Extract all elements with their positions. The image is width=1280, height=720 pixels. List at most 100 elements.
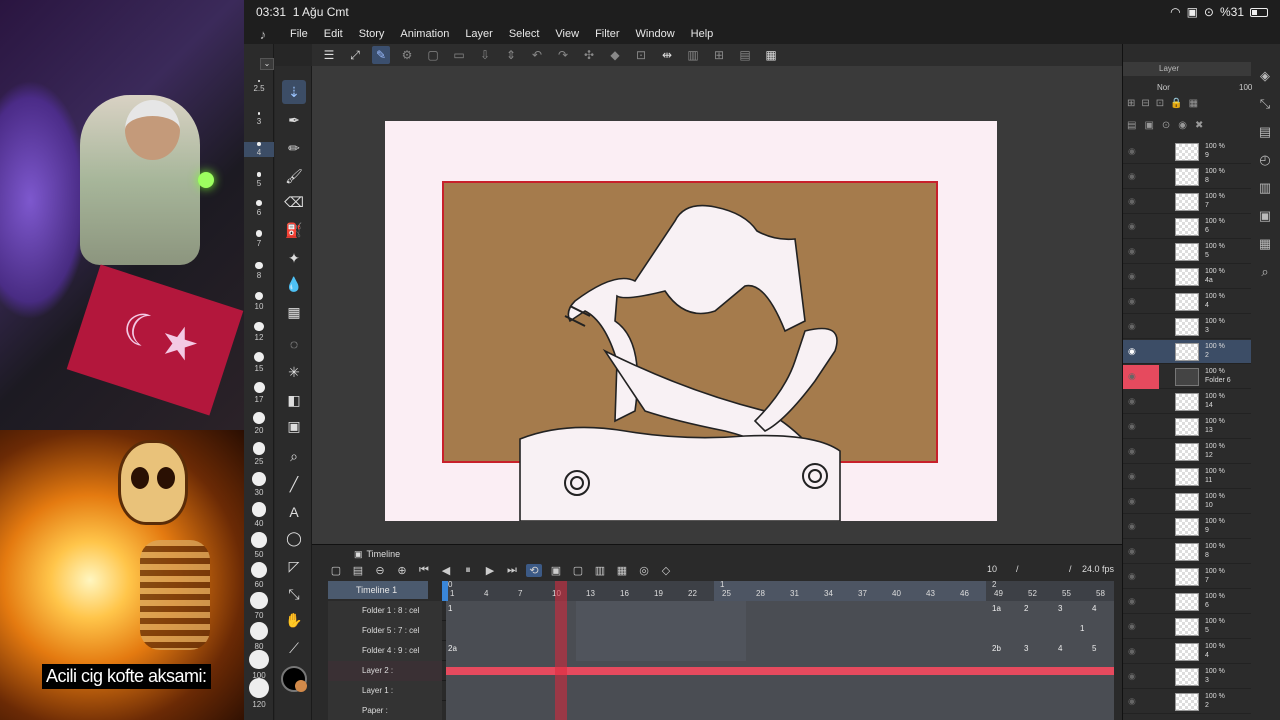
hidden-eye-icon[interactable]: ◉ bbox=[1128, 246, 1136, 257]
track-bar[interactable] bbox=[446, 661, 1114, 681]
blend-mode-select[interactable]: Nor bbox=[1157, 83, 1170, 92]
menu-help[interactable]: Help bbox=[683, 28, 722, 40]
pause-icon[interactable]: ⏸ bbox=[460, 564, 476, 577]
hidden-eye-icon[interactable]: ◉ bbox=[1128, 646, 1136, 657]
hidden-eye-icon[interactable]: ◉ bbox=[1128, 371, 1136, 382]
layer-row[interactable]: ◉ 100 % 8 bbox=[1123, 165, 1251, 189]
new-timeline-icon[interactable]: ▢ bbox=[328, 564, 344, 577]
onion-skin-icon[interactable]: ◎ bbox=[636, 564, 652, 577]
layer-row[interactable]: ◉ 100 % 4 bbox=[1123, 640, 1251, 664]
brush-size-12[interactable]: 12 bbox=[244, 322, 274, 342]
hidden-eye-icon[interactable]: ◉ bbox=[1128, 521, 1136, 532]
hidden-eye-icon[interactable]: ◉ bbox=[1128, 421, 1136, 432]
properties-icon[interactable]: ▥ bbox=[1250, 174, 1280, 202]
brush-size-20[interactable]: 20 bbox=[244, 412, 274, 435]
brush-size-2-5[interactable]: 2.5 bbox=[244, 80, 274, 93]
export-icon[interactable]: ⊞ bbox=[710, 46, 728, 64]
layer-folder[interactable]: ◉ 100 % Folder 6 bbox=[1123, 365, 1251, 389]
grid-icon[interactable]: ▦ bbox=[762, 46, 780, 64]
layer-row[interactable]: ◉ 100 % 14 bbox=[1123, 390, 1251, 414]
brush-tool-icon[interactable]: 🖌 bbox=[282, 164, 306, 188]
redo-icon[interactable]: ↷ bbox=[554, 46, 572, 64]
layer-row[interactable]: ◉ 100 % 3 bbox=[1123, 315, 1251, 339]
history-icon[interactable]: ◴ bbox=[1250, 146, 1280, 174]
layer-row[interactable]: ◉ 100 % 6 bbox=[1123, 215, 1251, 239]
hidden-eye-icon[interactable]: ◉ bbox=[1128, 296, 1136, 307]
layer-row[interactable]: ◉ 100 % 2 bbox=[1123, 340, 1251, 364]
window-icon[interactable]: ▤ bbox=[736, 46, 754, 64]
quick-access-icon[interactable]: ▣ bbox=[1250, 202, 1280, 230]
navigator-icon[interactable]: ⤡ bbox=[1250, 90, 1280, 118]
size-dropdown-icon[interactable]: ⌄ bbox=[260, 58, 274, 70]
menu-animation[interactable]: Animation bbox=[392, 28, 457, 40]
hidden-eye-icon[interactable]: ◉ bbox=[1128, 671, 1136, 682]
fit-canvas-icon[interactable]: ⤢ bbox=[346, 46, 364, 64]
hidden-eye-icon[interactable]: ◉ bbox=[1128, 596, 1136, 607]
operation-tool-icon[interactable]: ⤡ bbox=[282, 582, 306, 606]
eyedropper-tool-icon[interactable]: ⟋ bbox=[282, 636, 306, 660]
brush-size-6[interactable]: 6 bbox=[244, 200, 274, 217]
brush-size-50[interactable]: 50 bbox=[244, 532, 274, 559]
loop-icon[interactable]: ⟲ bbox=[526, 563, 542, 577]
brush-size-80[interactable]: 80 bbox=[244, 622, 274, 651]
layer-row[interactable]: ◉ 100 % 8 bbox=[1123, 540, 1251, 564]
hidden-eye-icon[interactable]: ◉ bbox=[1128, 446, 1136, 457]
hidden-eye-icon[interactable]: ◉ bbox=[1128, 696, 1136, 707]
menu-view[interactable]: View bbox=[547, 28, 587, 40]
next-frame-icon[interactable]: ▶ bbox=[482, 564, 498, 577]
delete-cel-icon[interactable]: ▦ bbox=[614, 564, 630, 577]
download-tool-icon[interactable]: ⇣ bbox=[282, 80, 306, 104]
brush-size-8[interactable]: 8 bbox=[244, 262, 274, 280]
new-cel-icon[interactable]: ▢ bbox=[570, 564, 586, 577]
menu-window[interactable]: Window bbox=[628, 28, 683, 40]
layer-row[interactable]: ◉ 100 % 9 bbox=[1123, 515, 1251, 539]
layers-icon[interactable]: ◈ bbox=[1250, 62, 1280, 90]
material-icon[interactable]: ▤ bbox=[1250, 118, 1280, 146]
specify-cels-icon[interactable]: ▥ bbox=[592, 564, 608, 577]
hidden-eye-icon[interactable]: ◉ bbox=[1128, 171, 1136, 182]
track-bar[interactable] bbox=[446, 681, 1114, 701]
zoom-out-icon[interactable]: ⊖ bbox=[372, 564, 388, 577]
keyframe-icon[interactable]: ◇ bbox=[658, 564, 674, 577]
menu-file[interactable]: File bbox=[282, 28, 316, 40]
hidden-eye-icon[interactable]: ◉ bbox=[1128, 621, 1136, 632]
menu-story[interactable]: Story bbox=[351, 28, 393, 40]
timeline-track[interactable]: ◉Paper : bbox=[328, 701, 1114, 720]
crop-icon[interactable]: ⊡ bbox=[632, 46, 650, 64]
layer-lock-icons[interactable]: ⊞⊟⊡🔒▦ bbox=[1127, 98, 1251, 112]
stepper-icon[interactable]: ⇕ bbox=[502, 46, 520, 64]
timeline-track[interactable]: ◉Layer 2 : bbox=[328, 661, 1114, 681]
layer-row[interactable]: ◉ 100 % 9 bbox=[1123, 140, 1251, 164]
zoom-in-icon[interactable]: ⊕ bbox=[394, 564, 410, 577]
layer-tab[interactable]: Layer bbox=[1159, 64, 1179, 73]
track-bar[interactable]: 1 1a 2 3 4 bbox=[446, 601, 1114, 621]
open-folder-icon[interactable]: ▭ bbox=[450, 46, 468, 64]
brush-size-15[interactable]: 15 bbox=[244, 352, 274, 373]
pen-icon[interactable]: ✎ bbox=[372, 46, 390, 64]
playhead[interactable] bbox=[555, 581, 567, 720]
clip-studio-logo-icon[interactable]: ♪ bbox=[244, 27, 282, 42]
brush-size-3[interactable]: 3 bbox=[244, 112, 274, 126]
eraser-tool-icon[interactable]: ⌫ bbox=[282, 190, 306, 214]
transform-icon[interactable]: ✣ bbox=[580, 46, 598, 64]
hidden-eye-icon[interactable]: ◉ bbox=[1128, 271, 1136, 282]
layer-row[interactable]: ◉ 100 % 7 bbox=[1123, 190, 1251, 214]
ruler-icon[interactable]: ▥ bbox=[684, 46, 702, 64]
layer-action-icons[interactable]: ▤▣⊙◉✖ bbox=[1127, 120, 1251, 134]
mesh-tool-icon[interactable]: ▦ bbox=[282, 300, 306, 324]
new-animation-folder-icon[interactable]: ▣ bbox=[548, 564, 564, 577]
brush-size-70[interactable]: 70 bbox=[244, 592, 274, 620]
track-bar[interactable]: 2a 2b 3 4 5 bbox=[446, 641, 1114, 661]
layer-row[interactable]: ◉ 100 % 7 bbox=[1123, 565, 1251, 589]
hand-tool-icon[interactable]: ✋ bbox=[282, 608, 306, 632]
lasso-tool-icon[interactable]: ◌ bbox=[282, 332, 306, 356]
new-file-icon[interactable]: ▢ bbox=[424, 46, 442, 64]
layer-row[interactable]: ◉ 100 % 5 bbox=[1123, 240, 1251, 264]
magic-wand-icon[interactable]: ✳ bbox=[282, 360, 306, 384]
frame-ruler[interactable]: 1471013161922252831343740434649525558012 bbox=[442, 580, 1114, 601]
hidden-eye-icon[interactable]: ◉ bbox=[1128, 321, 1136, 332]
first-frame-icon[interactable]: ⏮ bbox=[416, 564, 432, 577]
hamburger-icon[interactable]: ☰ bbox=[320, 46, 338, 64]
layer-row[interactable]: ◉ 100 % 11 bbox=[1123, 465, 1251, 489]
fill-icon[interactable]: ◆ bbox=[606, 46, 624, 64]
